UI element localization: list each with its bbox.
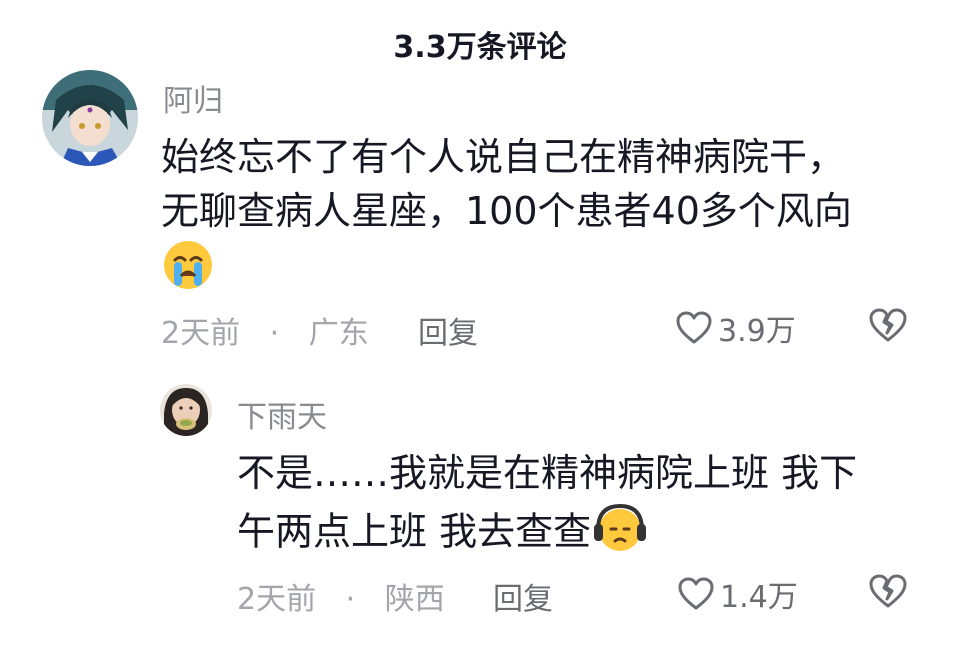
comment-username[interactable]: 下雨天 xyxy=(237,392,327,436)
comment-time: 2天前 xyxy=(237,582,317,617)
comment-text: 始终忘不了有个人说自己在精神病院干， 无聊查病人星座，100个患者40多个风向 xyxy=(161,130,852,306)
avatar[interactable] xyxy=(160,384,212,436)
broken-heart-icon[interactable] xyxy=(868,307,908,347)
avatar[interactable] xyxy=(42,70,138,166)
like-button[interactable]: 1.4万 xyxy=(678,572,798,616)
comment-time: 2天前 xyxy=(161,316,241,351)
comment-text-line: 不是……我就是在精神病院上班 我下 xyxy=(237,451,858,495)
comment-text-line: 无聊查病人星座，100个患者40多个风向 xyxy=(161,189,852,233)
comment-text-line: 午两点上班 我去查查 xyxy=(237,509,592,554)
heart-icon xyxy=(678,577,714,610)
like-count: 3.9万 xyxy=(718,314,796,349)
comment-text-line: 始终忘不了有个人说自己在精神病院干， xyxy=(161,135,846,179)
meta-separator: · xyxy=(345,582,356,617)
reply-button[interactable]: 回复 xyxy=(418,308,478,352)
comment-meta: 2天前 · 陕西 xyxy=(237,574,445,618)
crying-face-icon xyxy=(161,238,215,306)
reply-button[interactable]: 回复 xyxy=(493,574,553,618)
broken-heart-icon[interactable] xyxy=(868,573,908,613)
like-count: 1.4万 xyxy=(720,580,798,615)
headphones-face-icon xyxy=(591,500,649,568)
comment-username[interactable]: 阿归 xyxy=(163,76,223,120)
meta-separator: · xyxy=(269,316,280,351)
heart-icon xyxy=(676,311,712,344)
comment-location: 陕西 xyxy=(384,582,445,617)
comment-meta: 2天前 · 广东 xyxy=(161,308,369,352)
comment-location: 广东 xyxy=(308,316,369,351)
like-button[interactable]: 3.9万 xyxy=(676,306,796,350)
comments-count-title: 3.3万条评论 xyxy=(393,30,567,65)
comment-text: 不是……我就是在精神病院上班 我下 午两点上班 我去查查 xyxy=(237,446,857,568)
